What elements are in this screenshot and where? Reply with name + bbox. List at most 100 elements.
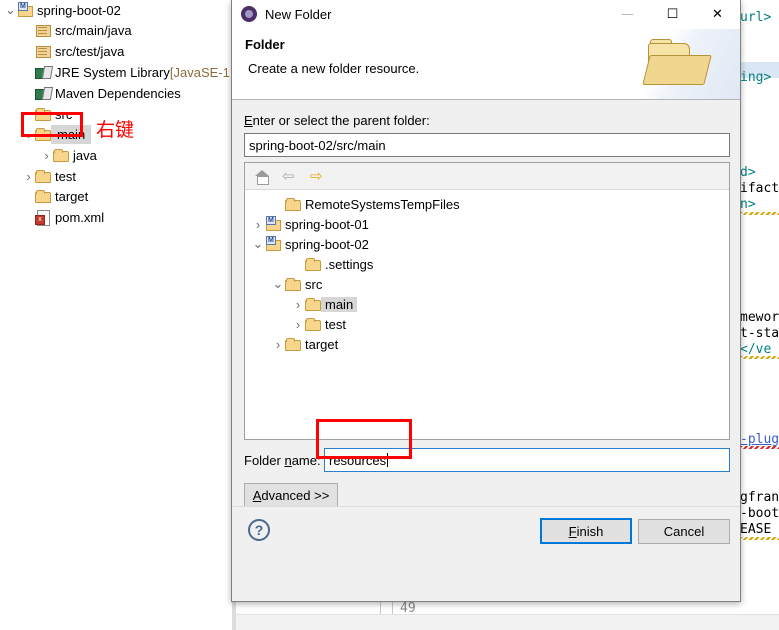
close-icon[interactable]: ✕: [695, 0, 740, 28]
explorer-item-test[interactable]: › test: [22, 166, 76, 186]
folder-icon: [305, 256, 321, 272]
explorer-item-label: JRE System Library: [55, 64, 170, 80]
dialog-tree-item-label: .settings: [325, 256, 374, 272]
explorer-item-pom-xml[interactable]: pom.xml: [22, 207, 104, 227]
library-icon: [35, 64, 51, 80]
explorer-item-label: pom.xml: [55, 209, 105, 225]
parent-folder-input[interactable]: spring-boot-02/src/main: [244, 133, 730, 157]
window-buttons: — ☐ ✕: [605, 0, 740, 28]
project-icon: [265, 216, 281, 232]
cancel-button-label: Cancel: [663, 524, 705, 539]
screenshot-root: ⌄ spring-boot-02 src/main/java src/test/jav…: [0, 0, 779, 630]
advanced-button[interactable]: Advanced >>: [244, 483, 338, 507]
project-explorer-panel: ⌄ spring-boot-02 src/main/java src/test/jav…: [0, 0, 244, 630]
chevron-right-icon[interactable]: ›: [291, 314, 305, 334]
explorer-item-label: src: [55, 106, 73, 122]
project-icon: [17, 2, 33, 18]
explorer-item-src[interactable]: src: [22, 104, 72, 124]
explorer-item-label: spring-boot-02: [37, 2, 121, 18]
chevron-right-icon[interactable]: ›: [22, 166, 35, 186]
dialog-tree-item-spring-boot-02[interactable]: ⌄ spring-boot-02: [251, 234, 373, 254]
explorer-item-java[interactable]: › java: [40, 145, 97, 165]
folder-tree-box[interactable]: ⇦ ⇨ RemoteSystemsTempFiles › spring-boot-0…: [244, 162, 730, 440]
editor-code-fragment: -boot: [740, 506, 779, 521]
dialog-footer: ? Finish Cancel: [232, 506, 740, 555]
dialog-tree-item--settings[interactable]: .settings: [291, 254, 377, 274]
dialog-tree-item-remotesystemstempfiles[interactable]: RemoteSystemsTempFiles: [271, 194, 464, 214]
explorer-item-spring-boot-02[interactable]: ⌄ spring-boot-02: [4, 0, 121, 20]
chevron-right-icon[interactable]: ›: [40, 145, 53, 165]
dialog-tree-item-label: spring-boot-02: [285, 236, 369, 252]
warning-squiggle: [740, 356, 779, 359]
parent-folder-value: spring-boot-02/src/main: [249, 137, 386, 153]
package-icon: [35, 22, 51, 38]
explorer-item-label: target: [55, 188, 89, 204]
parent-folder-label-rest: nter or select the parent folder:: [252, 113, 430, 128]
explorer-item-label: Maven Dependencies: [55, 85, 181, 101]
explorer-item-src-test-java[interactable]: src/test/java: [22, 41, 124, 61]
dialog-tree-item-label: src: [305, 276, 323, 292]
dialog-title: New Folder: [265, 6, 332, 22]
folder-name-label-mnemonic: n: [284, 453, 292, 468]
explorer-item-src-main-java[interactable]: src/main/java: [22, 20, 132, 40]
folder-name-input[interactable]: resources: [324, 448, 730, 472]
home-icon[interactable]: [253, 167, 271, 185]
right-click-callout-text: 右键: [96, 119, 135, 141]
explorer-item-label: java: [73, 147, 97, 163]
dialog-tree-item-test[interactable]: › test: [291, 314, 350, 334]
xml-icon: [35, 209, 51, 226]
chevron-right-icon[interactable]: ›: [291, 294, 305, 314]
finish-button[interactable]: Finish: [540, 518, 632, 544]
explorer-item-target[interactable]: target: [22, 186, 88, 206]
explorer-item-jre-system-library-[interactable]: JRE System Library [JavaSE-1.8]: [22, 62, 244, 82]
editor-code-fragment: </ve: [740, 342, 772, 357]
chevron-down-icon[interactable]: ⌄: [271, 274, 285, 294]
dialog-tree-item-main[interactable]: › main: [291, 294, 358, 314]
chevron-down-icon[interactable]: ⌄: [4, 0, 17, 20]
editor-code-fragment: -plug: [740, 432, 779, 447]
dialog-tree-item-target[interactable]: › target: [271, 334, 342, 354]
chevron-right-icon[interactable]: ›: [271, 334, 285, 354]
editor-code-fragment: mewor: [740, 310, 779, 325]
minimize-icon[interactable]: —: [605, 0, 650, 28]
help-icon[interactable]: ?: [248, 519, 270, 541]
chevron-down-icon[interactable]: ⌄: [251, 234, 265, 254]
advanced-button-label: dvanced >>: [261, 487, 330, 503]
text-caret: [387, 453, 389, 467]
folder-icon: [305, 296, 321, 312]
folder-icon: [35, 106, 51, 122]
folder-icon: [285, 276, 301, 292]
editor-code-fragment: ing>: [740, 70, 772, 85]
explorer-item-label: test: [55, 168, 76, 184]
finish-button-mnemonic: F: [568, 523, 577, 539]
dialog-tree-item-spring-boot-01[interactable]: › spring-boot-01: [251, 214, 373, 234]
explorer-item-maven-dependencies[interactable]: Maven Dependencies: [22, 83, 181, 103]
folder-icon: [305, 316, 321, 332]
maximize-icon[interactable]: ☐: [650, 0, 695, 28]
editor-code-fragment: n>: [740, 197, 756, 212]
folder-name-label-prefix: Folder: [244, 453, 285, 468]
explorer-item-label: src/test/java: [55, 43, 125, 59]
editor-code-fragment: url>: [740, 10, 772, 25]
arrow-right-icon[interactable]: ⇨: [309, 167, 327, 185]
dialog-header: Folder Create a new folder resource.: [232, 29, 740, 100]
chevron-down-icon[interactable]: ⌄: [22, 124, 35, 144]
editor-sliver: url> ing> d> ifact n> mewor t-sta </ve -plug gfra…: [740, 0, 779, 630]
folder-name-label-rest: ame:: [291, 453, 321, 468]
dialog-tree-item-label: main: [321, 296, 358, 312]
explorer-item-main[interactable]: ⌄ main: [22, 124, 92, 144]
chevron-right-icon[interactable]: ›: [251, 214, 265, 234]
folder-banner-icon: [642, 39, 712, 87]
dialog-heading: Folder: [245, 37, 285, 52]
folder-icon: [285, 196, 301, 212]
dialog-tree-item-label: target: [305, 336, 339, 352]
cancel-button[interactable]: Cancel: [638, 519, 730, 544]
dialog-tree-item-src[interactable]: ⌄ src: [271, 274, 326, 294]
arrow-left-icon[interactable]: ⇦: [281, 167, 299, 185]
dialog-body: Enter or select the parent folder: sprin…: [232, 100, 740, 555]
parent-folder-label: Enter or select the parent folder:: [244, 113, 430, 128]
folder-icon: [35, 188, 51, 204]
editor-code-fragment: t-sta: [740, 326, 779, 341]
folder-tree: RemoteSystemsTempFiles › spring-boot-01 ⌄ sp…: [245, 190, 729, 352]
folder-icon: [285, 336, 301, 352]
